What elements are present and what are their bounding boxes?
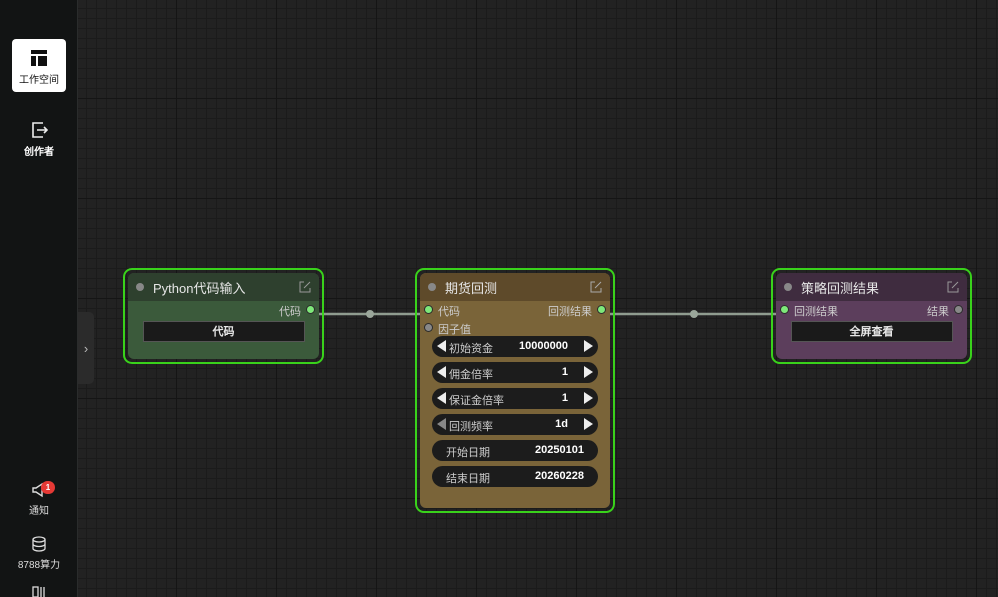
fullscreen-view-button[interactable]: 全屏查看 <box>790 321 953 342</box>
increment-arrow-icon[interactable] <box>584 366 593 378</box>
input-port-factor[interactable] <box>425 324 432 331</box>
decrement-arrow-icon[interactable] <box>437 418 446 430</box>
edit-icon[interactable] <box>947 281 959 293</box>
status-dot <box>428 283 436 291</box>
output-port-result[interactable] <box>598 306 605 313</box>
output-port[interactable] <box>955 306 962 313</box>
input-label: 代码 <box>438 306 460 318</box>
widget-label: 保证金倍率 <box>449 395 504 407</box>
output-port[interactable] <box>307 306 314 313</box>
increment-arrow-icon[interactable] <box>584 418 593 430</box>
decrement-arrow-icon[interactable] <box>437 340 446 352</box>
widget-start-date[interactable]: 开始日期 20250101 <box>432 440 598 461</box>
node-title: Python代码输入 <box>153 280 246 296</box>
widget-value: 20250101 <box>535 444 584 456</box>
increment-arrow-icon[interactable] <box>584 392 593 404</box>
widget-end-date[interactable]: 结束日期 20260228 <box>432 466 598 487</box>
widget-label: 开始日期 <box>446 447 490 459</box>
input-label: 回测结果 <box>794 306 838 318</box>
output-port-row: 代码 <box>128 301 319 319</box>
decrement-arrow-icon[interactable] <box>437 366 446 378</box>
edit-icon[interactable] <box>590 281 602 293</box>
output-label: 代码 <box>279 306 301 318</box>
edit-icon[interactable] <box>299 281 311 293</box>
widget-label: 初始资金 <box>449 343 493 355</box>
input-port-row: 因子值 <box>420 319 610 337</box>
io-port-row: 回测结果 结果 <box>776 301 967 319</box>
node-python-input[interactable]: Python代码输入 代码 代码 <box>123 268 324 364</box>
node-header[interactable]: Python代码输入 <box>128 273 319 301</box>
link-midpoint[interactable] <box>366 310 374 318</box>
code-button[interactable]: 代码 <box>142 321 305 342</box>
widget-commission-multiplier[interactable]: 佣金倍率 1 <box>432 362 598 383</box>
input-label: 因子值 <box>438 324 471 336</box>
widget-value: 1d <box>555 418 568 430</box>
node-title: 期货回测 <box>445 280 498 296</box>
node-header[interactable]: 策略回测结果 <box>776 273 967 301</box>
widget-value: 1 <box>561 366 568 378</box>
widget-label: 佣金倍率 <box>449 369 493 381</box>
decrement-arrow-icon[interactable] <box>437 392 446 404</box>
node-title: 策略回测结果 <box>801 280 880 296</box>
output-label: 回测结果 <box>548 306 592 318</box>
node-futures-backtest[interactable]: 期货回测 代码 回测结果 因子值 初始资金 10000000 佣金倍率 1 保证… <box>415 268 615 513</box>
link-midpoint[interactable] <box>690 310 698 318</box>
status-dot <box>784 283 792 291</box>
node-strategy-result[interactable]: 策略回测结果 回测结果 结果 全屏查看 <box>771 268 972 364</box>
input-port-code[interactable] <box>425 306 432 313</box>
widget-value: 20260228 <box>535 470 584 482</box>
status-dot <box>136 283 144 291</box>
io-port-row: 代码 回测结果 <box>420 301 610 319</box>
widget-backtest-frequency[interactable]: 回测频率 1d <box>432 414 598 435</box>
widget-value: 10000000 <box>519 340 568 352</box>
input-port[interactable] <box>781 306 788 313</box>
increment-arrow-icon[interactable] <box>584 340 593 352</box>
output-label: 结果 <box>927 306 949 318</box>
widget-value: 1 <box>561 392 568 404</box>
node-header[interactable]: 期货回测 <box>420 273 610 301</box>
widget-label: 回测频率 <box>449 421 493 433</box>
widget-margin-multiplier[interactable]: 保证金倍率 1 <box>432 388 598 409</box>
widget-label: 结束日期 <box>446 473 490 485</box>
widget-initial-capital[interactable]: 初始资金 10000000 <box>432 336 598 357</box>
